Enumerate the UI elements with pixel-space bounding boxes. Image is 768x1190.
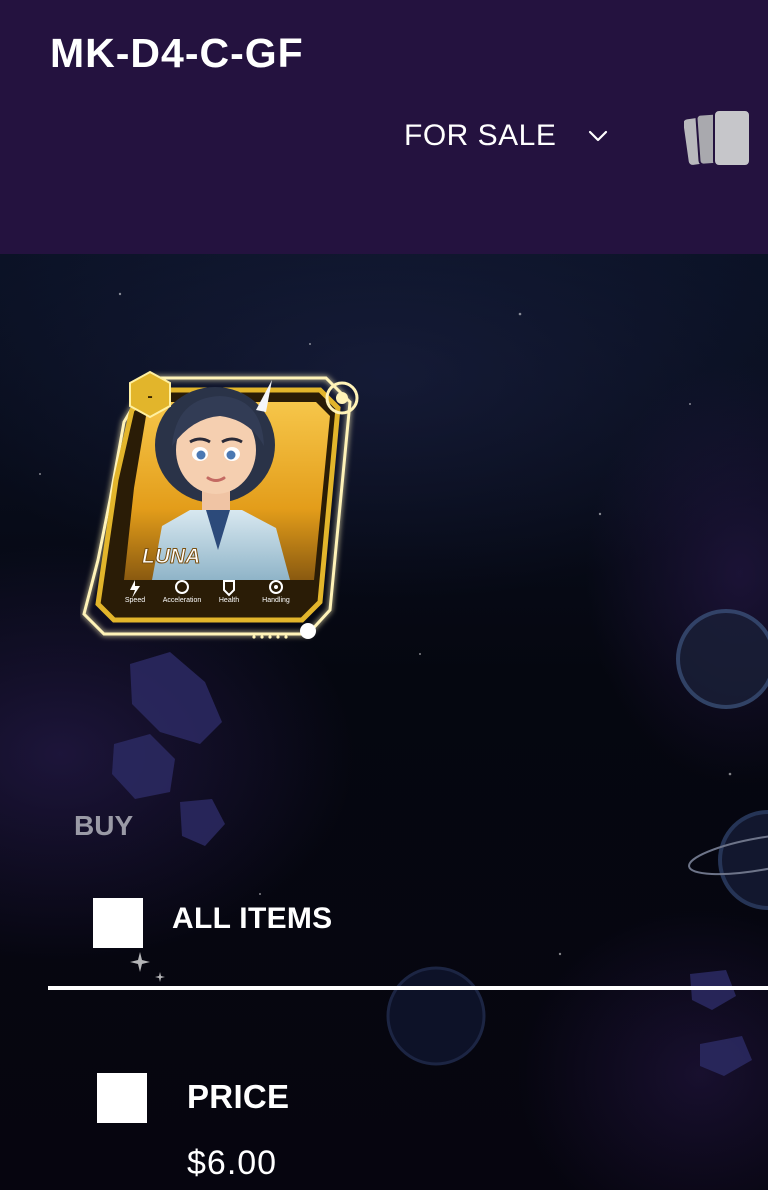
sale-filter-dropdown[interactable]: FOR SALE <box>404 116 610 156</box>
character-card[interactable]: - LUNA Speed Acceleration Health Handlin… <box>80 350 370 650</box>
price-checkbox[interactable] <box>97 1073 147 1123</box>
price-label[interactable]: PRICE <box>187 1078 289 1116</box>
stat-speed-label: Speed <box>125 597 145 604</box>
filter-divider <box>48 986 768 990</box>
card-level-badge: - <box>147 388 152 405</box>
card-character-name: LUNA <box>142 545 200 568</box>
buy-section-label: BUY <box>74 810 134 841</box>
sale-filter-label: FOR SALE <box>404 119 557 152</box>
price-value: $6.00 <box>187 1144 278 1182</box>
marketplace-screen: MK-D4-C-GF FOR SALE - LUNA Speed Acceler… <box>0 0 768 1190</box>
all-items-checkbox[interactable] <box>93 898 143 948</box>
cards-stack-icon[interactable] <box>684 108 754 170</box>
stat-handling-label: Handling <box>262 597 290 604</box>
chevron-down-icon <box>589 130 608 142</box>
header-bar: MK-D4-C-GF FOR SALE <box>0 0 768 254</box>
stat-acceleration-label: Acceleration <box>163 597 202 604</box>
page-title: MK-D4-C-GF <box>50 30 304 76</box>
stat-health-label: Health <box>219 597 239 604</box>
all-items-label[interactable]: ALL ITEMS <box>172 902 332 936</box>
